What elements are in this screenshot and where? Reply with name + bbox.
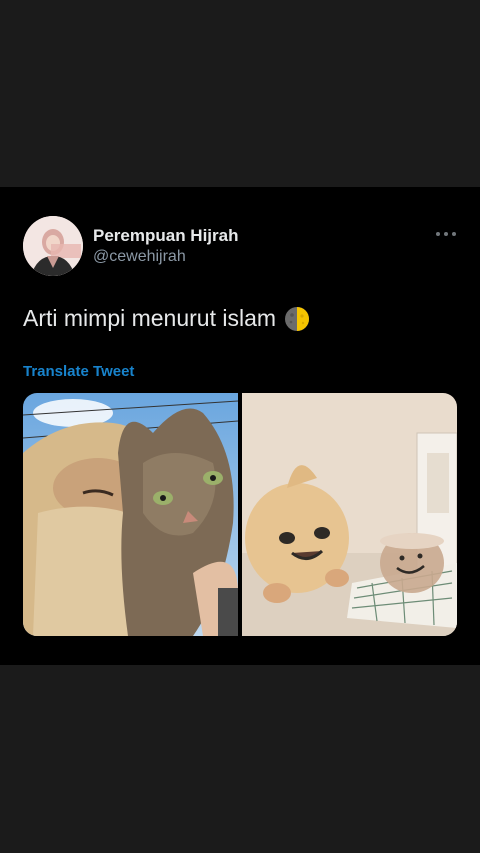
media-grid <box>23 393 457 636</box>
tweet-card[interactable]: Perempuan Hijrah @cewehijrah Arti mimpi … <box>0 187 480 665</box>
more-options-icon[interactable] <box>436 231 456 237</box>
author-display-name[interactable]: Perempuan Hijrah <box>93 226 239 246</box>
photo-plush-toy-and-cup-image <box>242 393 457 636</box>
author-handle[interactable]: @cewehijrah <box>93 248 186 266</box>
photo-girl-with-cat-image <box>23 393 238 636</box>
avatar-image <box>23 216 83 276</box>
tweet-text-row: Arti mimpi menurut islam <box>23 305 310 332</box>
first-quarter-moon-icon <box>284 306 310 332</box>
media-photo-1[interactable] <box>23 393 238 636</box>
media-photo-2[interactable] <box>242 393 457 636</box>
translate-tweet-link[interactable]: Translate Tweet <box>23 363 134 380</box>
tweet-text: Arti mimpi menurut islam <box>23 305 277 331</box>
author-avatar[interactable] <box>23 216 83 276</box>
